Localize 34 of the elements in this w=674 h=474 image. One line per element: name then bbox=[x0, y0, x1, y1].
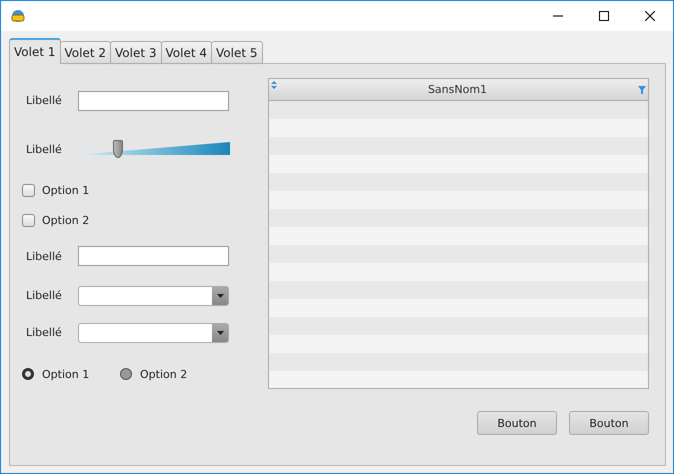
slider-thumb[interactable] bbox=[112, 140, 123, 158]
field-label: Libellé bbox=[25, 94, 63, 107]
slider[interactable] bbox=[74, 142, 230, 156]
button[interactable]: Bouton bbox=[569, 411, 649, 435]
maximize-icon bbox=[599, 11, 609, 21]
tab[interactable]: Volet 4 bbox=[160, 41, 212, 64]
tab[interactable]: Volet 1 bbox=[9, 38, 60, 64]
radio-label: Option 1 bbox=[42, 368, 90, 380]
caret-icon bbox=[216, 294, 224, 298]
column-title: SansNom1 bbox=[426, 83, 488, 96]
text-field[interactable] bbox=[78, 90, 229, 110]
filter-icon bbox=[638, 86, 646, 94]
radio-button[interactable] bbox=[120, 368, 132, 380]
radio-button[interactable] bbox=[22, 368, 34, 380]
combo-box[interactable] bbox=[78, 322, 229, 342]
caret-icon bbox=[216, 330, 224, 334]
checkbox[interactable] bbox=[22, 184, 35, 196]
combo-box[interactable] bbox=[78, 286, 229, 306]
field-label: Libellé bbox=[25, 142, 63, 156]
radio-label: Option 2 bbox=[140, 368, 188, 380]
field-label: Libellé bbox=[25, 289, 63, 302]
field-label: Libellé bbox=[25, 326, 63, 339]
button[interactable]: Bouton bbox=[477, 411, 557, 435]
tab[interactable]: Volet 2 bbox=[60, 41, 111, 64]
close-icon bbox=[645, 11, 655, 21]
tab[interactable]: Volet 3 bbox=[110, 41, 162, 64]
text-field[interactable] bbox=[78, 246, 229, 266]
checkbox-label: Option 1 bbox=[42, 184, 90, 196]
checkbox[interactable] bbox=[22, 214, 35, 226]
sort-icon bbox=[271, 81, 277, 89]
column-header[interactable]: SansNom1 bbox=[269, 79, 648, 101]
field-label: Libellé bbox=[25, 250, 63, 262]
tab[interactable]: Volet 5 bbox=[211, 41, 262, 64]
checkbox-label: Option 2 bbox=[42, 214, 90, 226]
